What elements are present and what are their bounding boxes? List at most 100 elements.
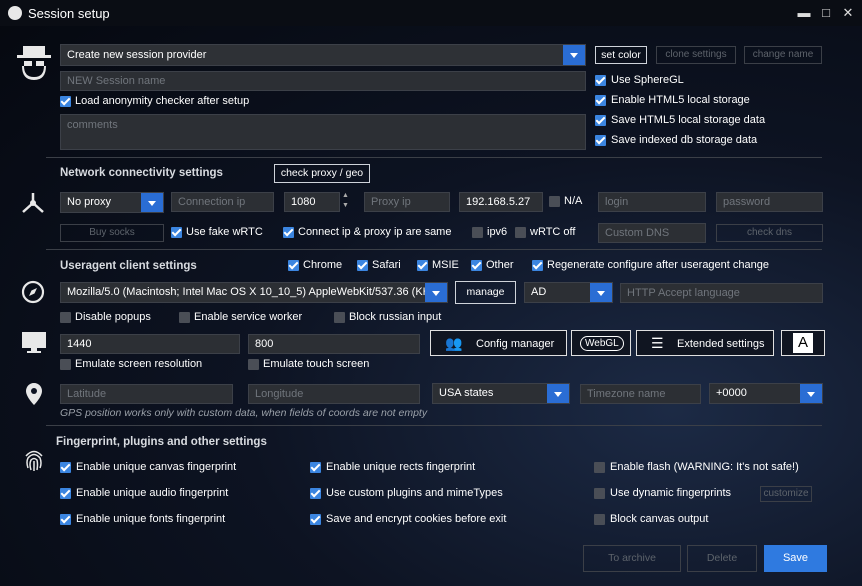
chevron-down-icon [425, 283, 447, 302]
webgl-button[interactable]: WebGL [571, 330, 631, 356]
disable-popups-label: Disable popups [75, 311, 151, 323]
regen-checkbox[interactable] [532, 260, 543, 271]
canvas-fp-label: Enable unique canvas fingerprint [76, 461, 237, 473]
save-indexed-checkbox[interactable] [595, 135, 606, 146]
proxy-type-select[interactable]: No proxy [60, 192, 164, 213]
cookies-label: Save and encrypt cookies before exit [326, 513, 507, 525]
accept-language-input[interactable]: HTTP Accept language [620, 283, 823, 303]
chevron-down-icon [141, 193, 163, 212]
language-select[interactable]: AD [524, 282, 613, 303]
check-proxy-button[interactable]: check proxy / geo [274, 164, 370, 183]
network-heading: Network connectivity settings [60, 167, 223, 179]
ipv6-checkbox[interactable] [472, 227, 483, 238]
custom-dns-input[interactable]: Custom DNS [598, 223, 706, 243]
emulate-touch-checkbox[interactable] [248, 359, 259, 370]
delete-button[interactable]: Delete [687, 545, 757, 572]
timezone-input[interactable]: Timezone name [580, 384, 701, 404]
timezone-offset-value: +0000 [716, 387, 747, 399]
block-russian-checkbox[interactable] [334, 312, 345, 323]
config-manager-label: Config manager [476, 338, 555, 350]
fonts-fp-checkbox[interactable] [60, 514, 71, 525]
manage-button[interactable]: manage [455, 281, 516, 304]
close-icon[interactable]: ✕ [839, 4, 857, 22]
set-color-button[interactable]: set color [595, 46, 647, 64]
wrtc-off-checkbox[interactable] [515, 227, 526, 238]
useragent-select[interactable]: Mozilla/5.0 (Macintosh; Intel Mac OS X 1… [60, 282, 448, 303]
timezone-offset-select[interactable]: +0000 [709, 383, 823, 404]
port-input[interactable]: 1080 [284, 192, 340, 212]
safari-checkbox[interactable] [357, 260, 368, 271]
useragent-heading: Useragent client settings [60, 260, 197, 272]
extended-settings-button[interactable]: ☰ Extended settings [636, 330, 774, 356]
flash-checkbox[interactable] [594, 462, 605, 473]
comments-textarea[interactable]: comments [60, 114, 586, 150]
login-input[interactable]: login [598, 192, 706, 212]
plugins-checkbox[interactable] [310, 488, 321, 499]
proxy-ip-input[interactable]: Proxy ip [364, 192, 450, 212]
canvas-fp-checkbox[interactable] [60, 462, 71, 473]
language-value: AD [531, 286, 547, 298]
archive-button[interactable]: To archive [583, 545, 681, 572]
latitude-input[interactable]: Latitude [60, 384, 233, 404]
chevron-down-icon [563, 45, 585, 65]
block-russian-label: Block russian input [349, 311, 442, 323]
longitude-input[interactable]: Longitude [248, 384, 420, 404]
maximize-icon[interactable]: □ [817, 4, 835, 22]
font-settings-button[interactable]: A [781, 330, 825, 356]
emulate-res-label: Emulate screen resolution [75, 358, 203, 370]
use-spheregl-checkbox[interactable] [595, 75, 606, 86]
session-name-input[interactable]: NEW Session name [60, 71, 586, 91]
save-button[interactable]: Save [764, 545, 827, 572]
msie-checkbox[interactable] [417, 260, 428, 271]
rects-fp-checkbox[interactable] [310, 462, 321, 473]
block-canvas-checkbox[interactable] [594, 514, 605, 525]
window-title: Session setup [28, 6, 110, 21]
port-stepper[interactable]: ▲ ▼ [342, 191, 350, 213]
screen-width-input[interactable]: 1440 [60, 334, 240, 354]
emulate-res-checkbox[interactable] [60, 359, 71, 370]
na-checkbox[interactable] [549, 196, 560, 207]
agent-avatar-icon [17, 46, 51, 80]
divider [46, 249, 822, 250]
app-logo-icon [8, 6, 22, 20]
users-icon: 👥 [445, 335, 463, 351]
audio-fp-checkbox[interactable] [60, 488, 71, 499]
connect-same-checkbox[interactable] [283, 227, 294, 238]
password-input[interactable]: password [716, 192, 823, 212]
plugins-label: Use custom plugins and mimeTypes [326, 487, 503, 499]
load-checker-checkbox[interactable] [60, 96, 71, 107]
enable-html5-checkbox[interactable] [595, 95, 606, 106]
provider-select[interactable]: Create new session provider [60, 44, 586, 66]
minimize-icon[interactable]: ▬ [795, 4, 813, 22]
change-name-button[interactable]: change name [744, 46, 822, 64]
location-pin-icon [26, 383, 42, 405]
regen-label: Regenerate configure after useragent cha… [547, 259, 769, 271]
other-checkbox[interactable] [471, 260, 482, 271]
service-worker-label: Enable service worker [194, 311, 303, 323]
states-value: USA states [439, 387, 494, 399]
cookies-checkbox[interactable] [310, 514, 321, 525]
ipv6-label: ipv6 [487, 226, 508, 238]
customize-button[interactable]: customize [760, 486, 812, 502]
title-bar [0, 0, 862, 26]
fake-webrtc-checkbox[interactable] [171, 227, 182, 238]
proxy-ip-value[interactable]: 192.168.5.27 [459, 192, 543, 212]
flash-label: Enable flash (WARNING: It's not safe!) [610, 461, 799, 473]
clone-settings-button[interactable]: clone settings [656, 46, 736, 64]
screen-height-input[interactable]: 800 [248, 334, 420, 354]
disable-popups-checkbox[interactable] [60, 312, 71, 323]
font-icon: A [793, 333, 813, 353]
service-worker-checkbox[interactable] [179, 312, 190, 323]
proxy-type-value: No proxy [67, 196, 112, 208]
buy-socks-button[interactable]: Buy socks [60, 224, 164, 242]
config-manager-button[interactable]: 👥 Config manager [430, 330, 567, 356]
enable-html5-label: Enable HTML5 local storage [611, 94, 750, 106]
check-dns-button[interactable]: check dns [716, 224, 823, 242]
block-canvas-label: Block canvas output [610, 513, 709, 525]
states-select[interactable]: USA states [432, 383, 570, 404]
chrome-checkbox[interactable] [288, 260, 299, 271]
dynamic-fp-checkbox[interactable] [594, 488, 605, 499]
connect-same-label: Connect ip & proxy ip are same [298, 226, 452, 238]
save-html5-checkbox[interactable] [595, 115, 606, 126]
connection-ip-input[interactable]: Connection ip [171, 192, 274, 212]
